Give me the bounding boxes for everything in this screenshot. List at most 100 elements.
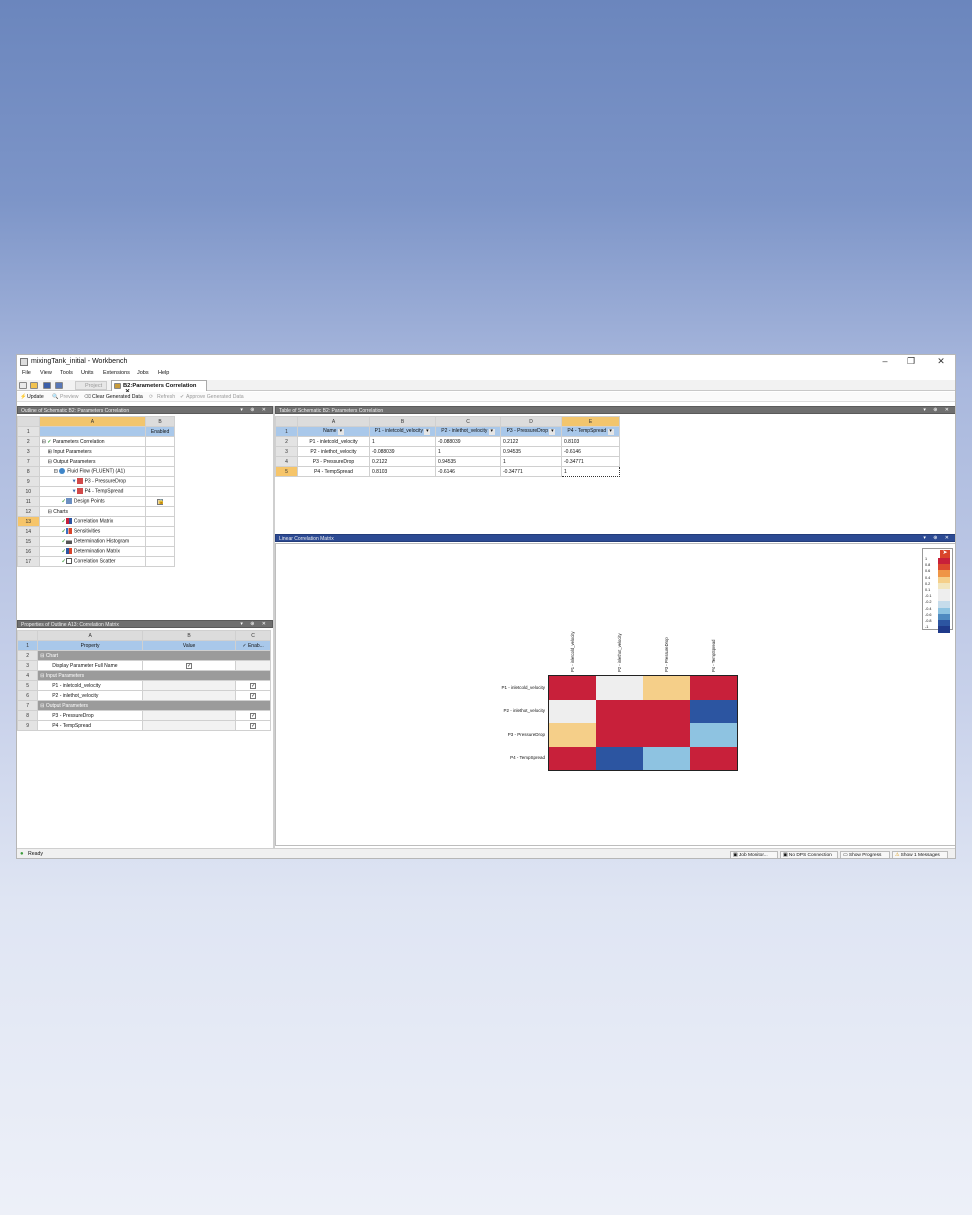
tab-parameters-correlation[interactable]: B2:Parameters Correlation ✕ xyxy=(111,380,207,395)
legend-swatch xyxy=(938,626,950,633)
menu-file[interactable]: File xyxy=(22,370,31,376)
menu-view[interactable]: View xyxy=(40,370,52,376)
outline-row[interactable]: 9 ▼ P3 - PressureDrop xyxy=(17,476,175,487)
show-progress-button[interactable]: ▭ Show Progress xyxy=(840,851,890,858)
menu-help[interactable]: Help xyxy=(158,370,169,376)
parameter-icon xyxy=(76,478,83,485)
column-header[interactable]: P3 - PressureDrop ▾ xyxy=(500,426,562,437)
dropdown-icon[interactable]: ▾ xyxy=(607,429,614,435)
outline-row[interactable]: 3 ⊞ Input Parameters xyxy=(17,446,175,457)
menu-units[interactable]: Units xyxy=(81,370,94,376)
outline-row-selected[interactable]: 13 ✓ Correlation Matrix xyxy=(17,516,175,527)
props-col-a: A xyxy=(37,630,143,641)
toolbar: ⚡ Update 🔍 Preview ⌫ Clear Generated Dat… xyxy=(17,392,955,402)
restore-button[interactable]: ❐ xyxy=(905,356,917,367)
preview-icon: 🔍 xyxy=(52,394,59,400)
clear-generated-data-button[interactable]: Clear Generated Data xyxy=(92,394,143,400)
outline-row[interactable]: 8 ⊟ Fluid Flow (FLUENT) (A1) xyxy=(17,466,175,477)
outline-row[interactable]: 17 ✓ Correlation Scatter xyxy=(17,556,175,567)
determination-matrix-icon xyxy=(65,548,72,555)
status-text: Ready xyxy=(28,851,43,857)
outline-row[interactable]: 14 ✓ Sensitivities xyxy=(17,526,175,537)
panel-controls[interactable]: ▾ ⊕ ✕ xyxy=(240,407,269,413)
sensitivities-icon xyxy=(65,528,72,535)
legend-tick-label: 0.2 xyxy=(925,581,931,586)
correlation-table: A B C D E 1 Name ▾ P1 - inletcold_veloci… xyxy=(275,416,620,477)
tab-project[interactable]: Project xyxy=(75,381,107,390)
column-header[interactable]: P4 - TempSpread ▾ xyxy=(561,426,620,437)
design-points-icon xyxy=(65,498,72,505)
menu-tools[interactable]: Tools xyxy=(60,370,73,376)
menu-extensions[interactable]: Extensions xyxy=(103,370,130,376)
new-icon[interactable] xyxy=(19,382,27,389)
color-legend: ➤ 1 0.8 0.6 0.4 0.2 0.1 -0.1 -0.2 -0.4 -0.6 -0.8 -1 xyxy=(922,548,953,633)
table-panel-title: Table of Schematic B2: Parameters Correl… xyxy=(279,408,384,414)
table-row[interactable]: 4 P3 - PressureDrop 0.2122 0.94535 1 -0.34771 xyxy=(275,456,620,467)
refresh-button[interactable]: Refresh xyxy=(157,394,175,400)
panel-controls[interactable]: ▾ ⊕ ✕ xyxy=(240,621,269,627)
y-tick-label: P3 - PressureDrop xyxy=(507,731,545,737)
chart-panel-title: Linear Correlation Matrix xyxy=(279,536,334,542)
outline-panel-header: Outline of Schematic B2: Parameters Corr… xyxy=(17,406,273,414)
dropdown-icon[interactable]: ▾ xyxy=(424,429,431,435)
dropdown-icon[interactable]: ▾ xyxy=(488,429,495,435)
x-tick-label: P1 - inletcold_velocity xyxy=(569,631,575,673)
outline-row[interactable]: 10 ▼ P4 - TempSpread xyxy=(17,486,175,497)
minimize-button[interactable]: – xyxy=(879,356,891,366)
panel-controls[interactable]: ▾ ⊕ ✕ xyxy=(923,535,952,541)
outline-row[interactable]: 7 ⊟ Output Parameters xyxy=(17,456,175,467)
table-panel-header: Table of Schematic B2: Parameters Correl… xyxy=(275,406,955,414)
histogram-icon xyxy=(65,538,72,545)
dropdown-icon[interactable]: ▾ xyxy=(337,429,344,435)
legend-tick-label: -0.4 xyxy=(925,606,932,611)
fluent-icon xyxy=(59,468,66,475)
dps-connection-button[interactable]: ▣ No DPS Connection xyxy=(780,851,838,858)
show-messages-button[interactable]: ⚠ Show 1 Messages xyxy=(892,851,948,858)
clear-icon: ⌫ xyxy=(84,394,92,400)
heatmap-frame xyxy=(548,675,738,771)
approve-generated-data-button[interactable]: Approve Generated Data xyxy=(186,394,244,400)
table-row[interactable]: 2 P1 - inletcold_velocity 1 -0.088039 0.2122… xyxy=(275,436,620,447)
outline-row[interactable]: 15 ✓ Determination Histogram xyxy=(17,536,175,547)
legend-tick-label: 0.4 xyxy=(925,575,931,580)
update-button[interactable]: Update xyxy=(27,394,44,400)
preview-button[interactable]: Preview xyxy=(60,394,78,400)
p4-enable-checkbox[interactable]: ✓ xyxy=(250,722,257,729)
correlation-matrix-chart[interactable]: ➤ 1 0.8 0.6 0.4 0.2 0.1 -0.1 -0.2 -0.4 -0.6 -0.8 -1… xyxy=(275,543,955,846)
menu-jobs[interactable]: Jobs xyxy=(137,370,149,376)
outline-col-a: A xyxy=(38,416,147,427)
update-icon: ⚡ xyxy=(20,394,27,400)
outline-row[interactable]: 16 ✓ Determination Matrix xyxy=(17,546,175,557)
legend-tick-label: -1 xyxy=(925,625,929,630)
save-icon[interactable] xyxy=(43,382,51,389)
outline-row[interactable]: 11 ✓ Design Points 🔒 xyxy=(17,496,175,507)
column-header[interactable]: P1 - inletcold_velocity ▾ xyxy=(369,426,436,437)
y-tick-label: P4 - TempSpread xyxy=(510,755,545,761)
dropdown-icon[interactable]: ▾ xyxy=(549,429,556,435)
table-row[interactable]: 3 P2 - inlethot_velocity -0.088039 1 0.94535… xyxy=(275,446,620,457)
save-as-icon[interactable] xyxy=(55,382,63,389)
refresh-icon: ⟳ xyxy=(149,394,154,400)
ready-icon: ● xyxy=(20,851,24,857)
outline-row[interactable]: 2 ⊟ ✓ Parameters Correlation xyxy=(17,436,175,447)
x-tick-label: P2 - inlethot_velocity xyxy=(616,633,622,672)
parameter-icon xyxy=(76,488,83,495)
job-monitor-button[interactable]: ▣ Job Monitor... xyxy=(730,851,778,858)
legend-tick-label: 1 xyxy=(925,557,928,561)
tab-bar: Project B2:Parameters Correlation ✕ xyxy=(17,380,955,395)
close-button[interactable]: ✕ xyxy=(935,356,947,367)
open-folder-icon[interactable] xyxy=(30,382,38,389)
p3-enable-checkbox[interactable]: ✓ xyxy=(250,712,257,719)
properties-table: ABC 1 Property Value ✓ Enab... 2 ⊟ Chart 3 Di… xyxy=(17,630,271,731)
display-full-name-checkbox[interactable]: ✓ xyxy=(186,662,193,669)
p1-enable-checkbox[interactable]: ✓ xyxy=(250,682,257,689)
cursor-icon[interactable]: ➤ xyxy=(940,550,950,558)
outline-row[interactable]: 12 ⊟ Charts xyxy=(17,506,175,517)
lock-icon[interactable]: 🔒 xyxy=(157,498,164,505)
p2-enable-checkbox[interactable]: ✓ xyxy=(250,692,257,699)
column-header[interactable]: P2 - inlethot_velocity ▾ xyxy=(435,426,501,437)
panel-controls[interactable]: ▾ ⊕ ✕ xyxy=(923,407,952,413)
outline-table: AB 1 Enabled 2 ⊟ ✓ Parameters Correlation … xyxy=(17,416,175,567)
column-header[interactable]: Name ▾ xyxy=(297,426,370,437)
table-row[interactable]: 5 P4 - TempSpread 0.8103 -0.6146 -0.34771 1 xyxy=(275,466,620,477)
